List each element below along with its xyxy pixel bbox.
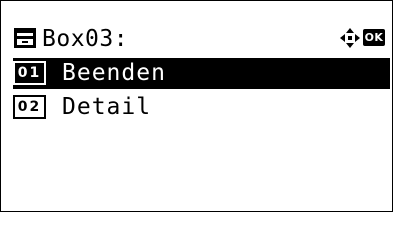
menu-item-number: 02 bbox=[13, 95, 46, 119]
screen-title: Box03: bbox=[42, 26, 129, 52]
menu-item-label: Detail bbox=[62, 94, 152, 120]
menu-item-label: Beenden bbox=[62, 60, 166, 86]
document-box-icon bbox=[14, 28, 36, 48]
menu-item-detail[interactable]: 02 Detail bbox=[13, 92, 390, 123]
lcd-screen: Box03: OK 01 Beenden 02 Detail bbox=[0, 0, 393, 212]
four-way-arrow-icon bbox=[340, 28, 360, 48]
menu-item-beenden[interactable]: 01 Beenden bbox=[13, 58, 390, 89]
screen-header: Box03: OK bbox=[13, 24, 385, 54]
ok-key-indicator: OK bbox=[363, 29, 385, 46]
menu-item-number: 01 bbox=[13, 61, 46, 85]
